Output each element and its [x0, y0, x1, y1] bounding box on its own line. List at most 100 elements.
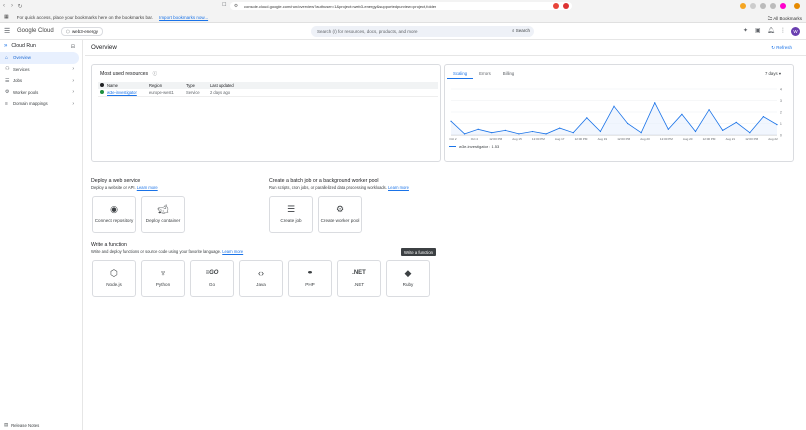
x-tick-label: Oct 4	[471, 137, 479, 141]
tab-scaling[interactable]: Scaling	[447, 69, 474, 79]
tooltip: Write a function	[401, 248, 437, 256]
x-tick-label: Oct 2	[449, 137, 457, 141]
data-point	[477, 128, 479, 130]
ruby-icon: ◆	[404, 268, 412, 278]
address-bar[interactable]: ⚙ console.cloud.google.com/run/overview?…	[230, 2, 572, 10]
metamask-icon[interactable]	[794, 3, 800, 9]
python-icon: ♆	[159, 268, 167, 278]
deploy-web-title: Deploy a web service	[91, 178, 141, 184]
x-tick-label: 12:00 PM	[745, 137, 758, 141]
search-button-label: Search	[515, 28, 530, 33]
tile-label: Create worker pool	[320, 218, 360, 223]
go-icon: ≡GO	[205, 270, 219, 276]
batch-subtitle-text: Run scripts, cron jobs, or parallelized …	[269, 185, 387, 190]
data-point	[599, 130, 602, 133]
sidebar-item-label: Domain mappings	[13, 101, 48, 107]
dotnet-tile[interactable]: .NET .NET	[337, 260, 381, 297]
back-icon[interactable]: ‹	[0, 3, 8, 9]
page-title: Overview	[91, 44, 117, 51]
php-tile[interactable]: ⬬ PHP	[288, 260, 332, 297]
all-bookmarks-button[interactable]: 🗀 All Bookmarks	[768, 15, 802, 23]
tile-label: Connect repository	[94, 218, 134, 223]
terminal-icon[interactable]: ▣	[755, 28, 761, 34]
refresh-label: Refresh	[776, 45, 792, 50]
batch-title: Create a batch job or a background worke…	[269, 178, 379, 184]
import-bookmarks-link[interactable]: Import bookmarks now...	[159, 15, 208, 20]
menu-icon[interactable]: ☰	[4, 28, 10, 35]
service-link[interactable]: w3e-investigator	[107, 90, 149, 95]
y-tick-label: 3	[780, 99, 782, 103]
more-options-icon[interactable]: ⋮	[780, 28, 786, 34]
metrics-tabs: Scaling Errors Billing	[447, 69, 520, 79]
ruby-tile[interactable]: ◆ Ruby	[386, 260, 430, 297]
data-point	[708, 109, 710, 111]
chevron-right-icon: ›	[72, 100, 74, 107]
profile-icon[interactable]	[780, 3, 786, 9]
refresh-button[interactable]: ↻ Refresh	[771, 45, 792, 51]
search-button[interactable]: ⌕ Search	[512, 28, 530, 33]
reload-icon[interactable]: ↻	[16, 3, 24, 10]
release-notes-link[interactable]: ▤ Release Notes	[4, 422, 39, 428]
gemini-icon[interactable]: ✦	[743, 28, 748, 34]
chart-legend: w3e-investigator : 1.53	[449, 144, 499, 149]
column-header-name[interactable]: Name	[107, 83, 149, 88]
learn-more-link[interactable]: Learn more	[137, 185, 158, 190]
bookmark-icon[interactable]: ☐	[222, 2, 226, 8]
search-placeholder: Search (/) for resources, docs, products…	[317, 29, 418, 34]
go-tile[interactable]: ≡GO Go	[190, 260, 234, 297]
x-tick-label: Aug 19	[598, 137, 608, 141]
collapse-sidebar-icon[interactable]: ⊟	[71, 44, 75, 50]
table-row: w3e-investigator europe-west1 Service 2 …	[98, 89, 438, 97]
docker-icon: 🐋︎	[157, 204, 169, 214]
extension-icon[interactable]	[740, 3, 746, 9]
google-cloud-logo[interactable]: Google Cloud	[17, 28, 54, 34]
extension-icon[interactable]	[553, 3, 559, 9]
time-range-select[interactable]: 7 days ▾	[765, 71, 781, 77]
python-tile[interactable]: ♆ Python	[141, 260, 185, 297]
data-point	[491, 132, 493, 134]
tab-errors[interactable]: Errors	[473, 69, 497, 79]
nodejs-tile[interactable]: ⬡ Node.js	[92, 260, 136, 297]
tab-billing[interactable]: Billing	[497, 69, 520, 79]
learn-more-link[interactable]: Learn more	[388, 185, 409, 190]
column-header-region[interactable]: Region	[149, 83, 186, 88]
jobs-icon: ☰	[5, 77, 10, 84]
create-worker-pool-tile[interactable]: ⚙ Create worker pool	[318, 196, 362, 233]
sidebar-item-jobs[interactable]: ☰ Jobs ›	[0, 75, 82, 87]
sidebar-item-domain-mappings[interactable]: ≡ Domain mappings ›	[0, 98, 82, 110]
scaling-chart: 0 1 2 3 4 Oct 2 Oct 4 12:00 PM Aug 15 12:00 PM Aug…	[449, 87, 782, 141]
learn-more-link[interactable]: Learn more	[222, 249, 243, 254]
column-header-type[interactable]: Type	[186, 83, 210, 88]
create-job-tile[interactable]: ☰ Create job	[269, 196, 313, 233]
extension-icon[interactable]	[750, 3, 756, 9]
forward-icon[interactable]: ›	[8, 3, 16, 9]
sidebar-item-services[interactable]: ⚇ Services ›	[0, 64, 82, 76]
tile-label: Python	[155, 282, 171, 287]
extension-icon[interactable]	[770, 3, 776, 9]
avatar[interactable]: W	[791, 27, 800, 36]
java-tile[interactable]: ‹› Java	[239, 260, 283, 297]
data-point	[531, 130, 534, 133]
deploy-container-tile[interactable]: 🐋︎ Deploy container	[141, 196, 185, 233]
x-tick-label: Aug 20	[683, 137, 693, 141]
deploy-web-subtitle-text: Deploy a website or API.	[91, 185, 136, 190]
cell-updated: 2 days ago	[210, 90, 231, 95]
sidebar-item-worker-pools[interactable]: ⚙ Worker pools ›	[0, 87, 82, 99]
x-tick-label: Aug 15	[512, 137, 522, 141]
help-icon[interactable]: ⓘ	[153, 71, 158, 76]
connect-repository-tile[interactable]: ◉ Connect repository	[92, 196, 136, 233]
column-header-updated[interactable]: Last updated	[210, 83, 260, 88]
notifications-icon[interactable]: 🔔︎	[767, 28, 775, 34]
data-point	[722, 129, 724, 131]
warning-icon[interactable]	[563, 3, 569, 9]
search-input[interactable]: Search (/) for resources, docs, products…	[311, 26, 534, 37]
x-tick-label: Aug 22	[768, 137, 778, 141]
series-area	[451, 102, 777, 135]
extension-icon[interactable]	[760, 3, 766, 9]
apps-grid-icon[interactable]: ▦	[4, 14, 9, 20]
sidebar-item-overview[interactable]: ⌂ Overview	[0, 52, 79, 64]
project-picker[interactable]: ⬡ web3-energy	[61, 27, 103, 36]
site-info-icon[interactable]: ⚙	[234, 3, 238, 9]
data-point	[504, 129, 506, 131]
metrics-card: Scaling Errors Billing 7 days ▾ 0 1 2 3 4 Oct…	[444, 64, 794, 162]
